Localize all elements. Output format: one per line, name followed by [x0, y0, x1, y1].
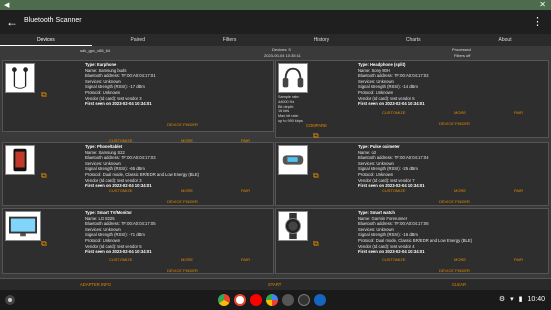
scan-time: 2023-00-04 10:35:11	[264, 53, 301, 58]
watch-image	[278, 211, 308, 241]
device-list[interactable]: Type: Earphone Name: Samsung buds Blueto…	[0, 60, 551, 278]
device-first-seen: First seen on 2023-02-04 10:34:01	[85, 101, 152, 107]
device-card-tv[interactable]: Type: Smart TV/Monitor Name: LG 8225 Blu…	[2, 208, 274, 274]
device-count: Devices: 5	[272, 47, 291, 52]
pair-button[interactable]: PAIR	[241, 188, 250, 193]
back-arrow-icon[interactable]: ←	[6, 15, 18, 29]
pair-button[interactable]: PAIR	[241, 257, 250, 262]
app-icon[interactable]	[298, 294, 310, 306]
app-title: Bluetooth Scanner	[24, 17, 82, 24]
tv-image	[5, 211, 41, 241]
device-card-headphone[interactable]: Sample rate: 44000 Hz Bit depth: 16 bits…	[275, 60, 549, 141]
device-finder-button[interactable]: DEVICE FINDER	[167, 199, 198, 204]
device-address: Bluetooth address: 7F:00:A0:04:17:02	[358, 73, 429, 79]
device-address: Bluetooth address: 7F:00:A0:04:17:05	[85, 221, 156, 227]
device-card-watch[interactable]: Type: Smart watch Name: Garmin Forerunne…	[275, 208, 549, 274]
pinned-apps	[218, 294, 326, 306]
device-info: Type: Pulse oximeter Name: o2 Bluetooth …	[358, 144, 429, 189]
device-info: Type: Smart TV/Monitor Name: LG 8225 Blu…	[85, 210, 156, 255]
device-card-phone[interactable]: Type: Phone/tablet Name: Samsung S22 Blu…	[2, 142, 274, 206]
device-card-oximeter[interactable]: Type: Pulse oximeter Name: o2 Bluetooth …	[275, 142, 549, 206]
device-address: Bluetooth address: 7F:00:A0:04:17:01	[85, 73, 156, 79]
app-bar: ← Bluetooth Scanner ⋮	[0, 10, 551, 34]
overflow-menu-icon[interactable]: ⋮	[532, 15, 543, 28]
customize-button[interactable]: CUSTOMIZE	[109, 257, 132, 262]
tab-charts[interactable]: Charts	[367, 34, 459, 46]
customize-button[interactable]: CUSTOMIZE	[109, 188, 132, 193]
more-button[interactable]: MORE	[454, 188, 466, 193]
os-shelf: ⚙ ▾ ▮ 10:40	[0, 290, 551, 310]
device-info: Type: Phone/tablet Name: Samsung S22 Blu…	[85, 144, 199, 189]
tab-about[interactable]: About	[459, 34, 551, 46]
phone-image	[5, 145, 35, 175]
customize-button[interactable]: CUSTOMIZE	[382, 257, 405, 262]
oximeter-image	[278, 145, 308, 175]
youtube-icon[interactable]	[250, 294, 262, 306]
close-icon[interactable]: ✕	[539, 0, 546, 9]
device-protocol: Protocol: Dual mode, Classic BR/EDR and …	[358, 237, 473, 243]
device-address: Bluetooth address: 7F:00:A0:04:17:04	[358, 155, 429, 161]
customize-button[interactable]: CUSTOMIZE	[382, 110, 405, 115]
settings-icon: ⚙	[498, 296, 506, 303]
gmail-icon[interactable]	[234, 294, 246, 306]
more-button[interactable]: MORE	[181, 188, 193, 193]
battery-icon: ▮	[518, 296, 523, 303]
device-protocol: Protocol: Dual mode, Classic BR/EDR and …	[85, 171, 200, 177]
device-finder-button[interactable]: DEVICE FINDER	[439, 199, 470, 204]
device-finder-button[interactable]: DEVICE FINDER	[167, 122, 198, 127]
clear-button[interactable]: CLEAR	[452, 282, 466, 287]
adapter-info-button[interactable]: ADAPTER INFO	[80, 282, 111, 287]
device-info: Type: Smart watch Name: Garmin Forerunne…	[358, 210, 472, 255]
tab-paired[interactable]: Paired	[92, 34, 184, 46]
device-finder-button[interactable]: DEVICE FINDER	[439, 121, 470, 126]
photos-icon[interactable]	[266, 294, 278, 306]
more-button[interactable]: MORE	[181, 257, 193, 262]
copy-icon[interactable]: ⧉	[41, 239, 47, 249]
window-caption: ◀ ✕	[0, 0, 551, 10]
device-first-seen: First seen on 2023-02-04 10:34:01	[358, 101, 425, 107]
bluetooth-scanner-icon[interactable]	[314, 294, 326, 306]
tab-filters[interactable]: Filters	[184, 34, 276, 46]
customize-button[interactable]: CUSTOMIZE	[382, 188, 405, 193]
start-button[interactable]: START	[268, 282, 281, 287]
compare-button[interactable]: COMPARE	[306, 123, 327, 128]
clock: 10:40	[527, 295, 545, 303]
copy-icon[interactable]: ⧉	[41, 90, 47, 100]
scan-status-bar: sdk_gpc_x86_64 Devices: 5 2023-00-04 10:…	[0, 46, 551, 60]
device-finder-button[interactable]: DEVICE FINDER	[167, 268, 198, 273]
pair-button[interactable]: PAIR	[514, 188, 523, 193]
device-info: Type: Headphone (split) Name: Sony 80H B…	[358, 62, 429, 107]
device-finder-button[interactable]: DEVICE FINDER	[439, 268, 470, 273]
earphone-image	[5, 63, 35, 93]
pair-button[interactable]: PAIR	[514, 110, 523, 115]
device-first-seen: First seen on 2023-02-04 10:34:01	[358, 249, 425, 255]
copy-icon[interactable]: ⧉	[313, 239, 319, 249]
audio-specs: Sample rate: 44000 Hz Bit depth: 16 bits…	[278, 95, 303, 123]
launcher-icon[interactable]	[5, 295, 15, 305]
more-button[interactable]: MORE	[454, 257, 466, 262]
wifi-icon: ▾	[510, 296, 514, 303]
device-first-seen: First seen on 2023-02-04 10:34:01	[85, 249, 152, 255]
collapse-icon[interactable]: ◀	[4, 1, 9, 9]
device-info: Type: Earphone Name: Samsung buds Blueto…	[85, 62, 156, 107]
system-tray[interactable]: ⚙ ▾ ▮ 10:40	[498, 295, 545, 304]
copy-icon[interactable]: ⧉	[41, 171, 47, 181]
device-card-earphone[interactable]: Type: Earphone Name: Samsung buds Blueto…	[2, 60, 274, 143]
headphone-image	[278, 63, 308, 93]
filters-state: Filters off	[454, 53, 471, 58]
pair-button[interactable]: PAIR	[514, 257, 523, 262]
copy-icon[interactable]: ⧉	[313, 171, 319, 181]
copy-icon[interactable]: ⧉	[313, 131, 319, 141]
app-icon[interactable]	[282, 294, 294, 306]
processed-label: Processed	[452, 47, 471, 52]
bottom-action-bar: ADAPTER INFO START CLEAR	[0, 278, 551, 290]
more-button[interactable]: MORE	[454, 110, 466, 115]
tab-history[interactable]: History	[275, 34, 367, 46]
chrome-icon[interactable]	[218, 294, 230, 306]
adapter-name: sdk_gpc_x86_64	[80, 48, 111, 53]
